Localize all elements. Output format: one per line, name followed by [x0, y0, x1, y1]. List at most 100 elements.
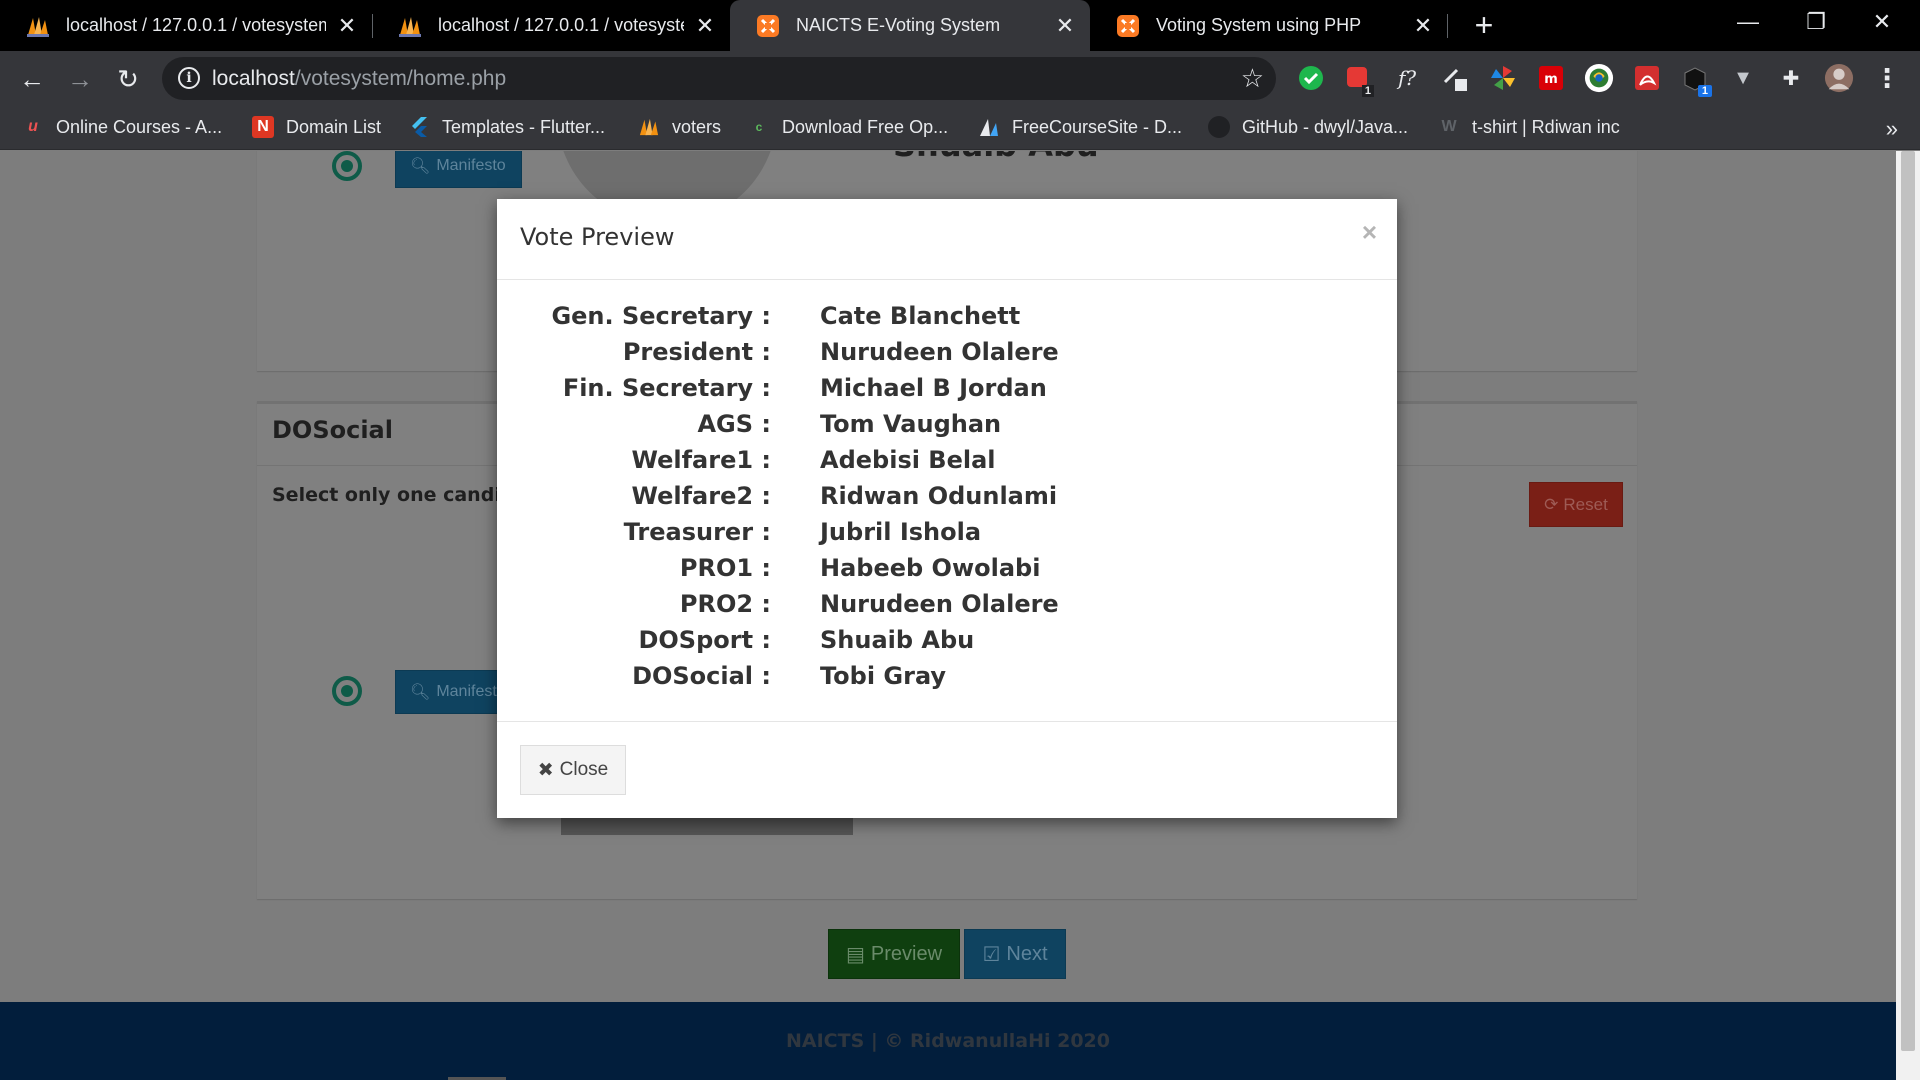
bookmark-tshirt[interactable]: W t-shirt | Rdiwan inc — [1438, 116, 1619, 138]
acrobat-extension-icon[interactable] — [1632, 63, 1662, 93]
vote-candidate: Nurudeen Olalere — [820, 590, 1059, 618]
more-menu-icon[interactable]: ⋮ — [1872, 63, 1902, 93]
vote-row: AGS : Tom Vaughan — [497, 410, 1397, 446]
vote-candidate: Michael B Jordan — [820, 374, 1047, 402]
xampp-icon — [1116, 14, 1140, 38]
preview-button[interactable]: ▤ Preview — [828, 929, 960, 979]
github-icon — [1208, 116, 1230, 138]
preview-label: Preview — [870, 942, 943, 965]
phpmyadmin-icon — [638, 116, 660, 138]
freecoursesite-icon — [978, 116, 1000, 138]
puzzle-extensions-icon[interactable]: ✚ — [1776, 63, 1806, 93]
manifesto-label: Manifesto — [436, 157, 506, 174]
vote-row: Gen. Secretary : Cate Blanchett — [497, 302, 1397, 338]
page-scrollbar[interactable] — [1896, 151, 1920, 1080]
vote-row: Treasurer : Jubril Ishola — [497, 518, 1397, 554]
extension-red-icon[interactable]: 1 — [1344, 63, 1374, 97]
flutter-icon — [408, 116, 430, 138]
modal-header: Vote Preview × — [497, 199, 1397, 280]
bookmark-domain-list[interactable]: N Domain List — [252, 116, 381, 138]
vote-candidate: Jubril Ishola — [820, 518, 982, 546]
search-icon: 🔍︎ — [410, 684, 431, 701]
namecheap-icon: N — [252, 116, 274, 138]
vote-candidate: Ridwan Odunlami — [820, 482, 1058, 510]
pen-extension-icon[interactable] — [1440, 63, 1470, 93]
window-close-icon[interactable]: ✕ — [1852, 0, 1912, 44]
vote-position: Treasurer : — [623, 518, 771, 546]
manifesto-button[interactable]: 🔍︎ Manifesto — [395, 151, 522, 188]
address-bar[interactable]: i localhost/votesystem/home.php ☆ — [162, 57, 1276, 100]
tab-title: NAICTS E-Voting System — [796, 15, 1001, 35]
tab-phpmyadmin-2[interactable]: localhost / 127.0.0.1 / votesystem ✕ — [372, 0, 730, 51]
bookmark-udemy[interactable]: u Online Courses - A... — [22, 116, 222, 138]
candidate-name: Shuaib Abu — [893, 151, 1099, 164]
vote-row: DOSport : Shuaib Abu — [497, 626, 1397, 662]
manifesto-label: Manifesto — [436, 683, 506, 700]
bookmark-freecoursesite[interactable]: FreeCourseSite - D... — [978, 116, 1182, 138]
box-extension-icon[interactable]: 1 — [1680, 63, 1712, 97]
phpmyadmin-icon — [26, 14, 50, 38]
modal-title: Vote Preview — [520, 223, 675, 251]
close-icon[interactable]: ✕ — [336, 13, 358, 39]
tab-voting-system[interactable]: Voting System using PHP ✕ — [1090, 0, 1448, 51]
bookmark-download-free[interactable]: c Download Free Op... — [748, 116, 948, 138]
svg-text:m: m — [1544, 72, 1558, 87]
xampp-icon — [756, 14, 780, 38]
vote-row: PRO1 : Habeeb Owolabi — [497, 554, 1397, 590]
function-extension-icon[interactable]: f? — [1392, 63, 1422, 93]
vote-candidate: Habeeb Owolabi — [820, 554, 1041, 582]
vote-candidate: Cate Blanchett — [820, 302, 1021, 330]
check-square-icon: ☑ — [982, 943, 1001, 966]
vote-candidate: Nurudeen Olalere — [820, 338, 1059, 366]
next-label: Next — [1006, 942, 1048, 965]
candidate-radio[interactable] — [332, 151, 362, 181]
bookmarks-bar: u Online Courses - A... N Domain List Te… — [0, 106, 1920, 150]
back-arrow-icon[interactable]: ← — [12, 59, 52, 99]
bookmark-label: FreeCourseSite - D... — [1012, 116, 1183, 137]
footer-text: NAICTS | © RidwanullaHi 2020 — [786, 1030, 1110, 1052]
extension-check-icon[interactable] — [1296, 63, 1326, 93]
pinwheel-extension-icon[interactable] — [1488, 63, 1518, 93]
refresh-icon: ⟳ — [1544, 494, 1559, 514]
vote-position: AGS : — [697, 410, 771, 438]
vote-position: PRO1 : — [679, 554, 771, 582]
close-icon[interactable]: × — [1362, 219, 1377, 245]
wix-icon: W — [1441, 118, 1457, 135]
vote-position: Fin. Secretary : — [562, 374, 771, 402]
vote-row: PRO2 : Nurudeen Olalere — [497, 590, 1397, 626]
scrollbar-thumb[interactable] — [1901, 151, 1915, 1051]
vote-candidate: Shuaib Abu — [820, 626, 975, 654]
site-info-icon[interactable]: i — [178, 67, 200, 89]
close-icon[interactable]: ✕ — [1054, 13, 1076, 39]
globe-extension-icon[interactable] — [1584, 63, 1614, 93]
close-button[interactable]: ✖ Close — [520, 745, 626, 795]
bookmark-voters[interactable]: voters — [638, 116, 721, 138]
minimize-icon[interactable]: — — [1718, 0, 1778, 44]
bookmark-github[interactable]: GitHub - dwyl/Java... — [1208, 116, 1408, 138]
close-icon[interactable]: ✕ — [694, 13, 716, 39]
forward-arrow-icon[interactable]: → — [60, 59, 100, 99]
reset-button[interactable]: ⟳ Reset — [1529, 482, 1623, 527]
tab-naicts-evoting[interactable]: NAICTS E-Voting System ✕ — [730, 0, 1090, 51]
tab-strip: localhost / 127.0.0.1 / votesystem ✕ loc… — [0, 0, 1920, 51]
bookmark-star-icon[interactable]: ☆ — [1241, 63, 1264, 94]
tab-title: localhost / 127.0.0.1 / votesystem — [438, 15, 684, 35]
new-tab-button[interactable]: + — [1466, 8, 1502, 44]
vote-row: DOSocial : Tobi Gray — [497, 662, 1397, 698]
tab-title: Voting System using PHP — [1156, 15, 1362, 35]
mega-extension-icon[interactable]: m — [1536, 63, 1566, 93]
bookmark-flutter[interactable]: Templates - Flutter... — [408, 116, 605, 138]
restore-icon[interactable]: ❐ — [1786, 0, 1846, 44]
url-text[interactable]: localhost/votesystem/home.php — [212, 67, 506, 91]
udemy-icon: u — [28, 118, 38, 135]
profile-avatar[interactable] — [1824, 63, 1854, 93]
candidate-radio[interactable] — [332, 676, 362, 706]
next-button[interactable]: ☑ Next — [964, 929, 1066, 979]
tab-phpmyadmin-1[interactable]: localhost / 127.0.0.1 / votesystem ✕ — [0, 0, 372, 51]
bookmarks-overflow-icon[interactable]: » — [1886, 116, 1898, 142]
vue-devtools-icon[interactable]: ▼ — [1728, 63, 1758, 93]
page-footer: NAICTS | © RidwanullaHi 2020 — [0, 1002, 1896, 1080]
close-icon[interactable]: ✕ — [1412, 13, 1434, 39]
reload-icon[interactable]: ↻ — [108, 59, 148, 99]
vote-row: Welfare1 : Adebisi Belal — [497, 446, 1397, 482]
